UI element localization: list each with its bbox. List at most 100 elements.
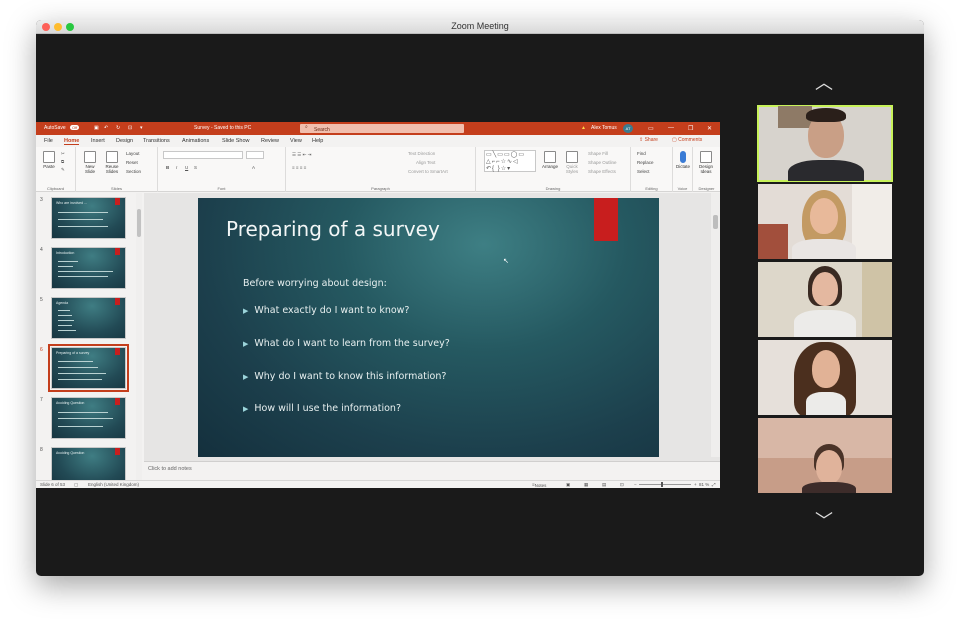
arrange-button[interactable]: Arrange: [540, 151, 560, 169]
current-slide[interactable]: Preparing of a survey Before worrying ab…: [198, 198, 659, 457]
zoom-slider[interactable]: [639, 482, 691, 487]
bullet-item[interactable]: ▶ Why do I want to know this information?: [243, 371, 446, 382]
comments-button[interactable]: ▢ Comments: [672, 137, 702, 143]
participant-video-2[interactable]: [758, 184, 892, 259]
zoom-in-icon[interactable]: +: [694, 482, 697, 487]
restore-icon[interactable]: ❐: [688, 125, 693, 132]
shapes-gallery[interactable]: ▭╲▭▭◯▭ △⌐⌐☆∿◁ ↶{ }☆▾: [484, 150, 536, 172]
undo-icon[interactable]: ↶: [104, 125, 108, 131]
fit-slide-icon[interactable]: ⤢: [712, 482, 716, 487]
slideshow-icon[interactable]: ⊡: [620, 482, 624, 488]
document-status[interactable]: Survey - Saved to this PC: [194, 125, 251, 131]
tab-insert[interactable]: Insert: [91, 138, 105, 144]
slide-thumbnail[interactable]: Avoiding Question: [51, 397, 126, 439]
thumbnail-row[interactable]: 6 Preparing of a survey: [36, 344, 144, 395]
thumbnail-row[interactable]: 5 Agenda: [36, 295, 144, 345]
slide-thumbnail[interactable]: Agenda: [51, 297, 126, 339]
tab-transitions[interactable]: Transitions: [143, 138, 170, 144]
present-icon[interactable]: ⊡: [128, 125, 132, 131]
chevron-up-icon[interactable]: ︿: [812, 74, 836, 92]
copy-icon[interactable]: ⧉: [61, 159, 64, 164]
design-ideas-button[interactable]: Design Ideas: [695, 151, 717, 174]
font-family-select[interactable]: [163, 151, 243, 159]
slide-thumbnail-selected[interactable]: Preparing of a survey: [48, 344, 129, 392]
shape-fill-button[interactable]: Shape Fill: [588, 151, 608, 156]
replace-button[interactable]: Replace: [637, 160, 654, 165]
customize-icon[interactable]: ▾: [140, 125, 143, 131]
align-icons[interactable]: ≡ ≡ ≡ ≡: [292, 165, 306, 170]
strikethrough-icon[interactable]: S: [194, 165, 197, 170]
dictate-button[interactable]: Dictate: [674, 151, 692, 169]
bold-icon[interactable]: B: [166, 165, 169, 170]
bullet-item[interactable]: ▶ How will I use the information?: [243, 403, 401, 414]
tab-view[interactable]: View: [290, 138, 302, 144]
layout-button[interactable]: Layout: [126, 151, 140, 156]
thumbnail-row[interactable]: 4 Introduction: [36, 245, 144, 295]
editor-scrollbar[interactable]: [711, 193, 720, 457]
participant-video-5[interactable]: [758, 418, 892, 493]
slide-thumbnail[interactable]: Who are involved ...: [51, 197, 126, 239]
share-button[interactable]: ⇪ Share: [639, 137, 658, 143]
normal-view-icon[interactable]: ▣: [566, 482, 570, 488]
redo-icon[interactable]: ↻: [116, 125, 120, 131]
select-button[interactable]: Select: [637, 169, 650, 174]
underline-icon[interactable]: U: [185, 165, 188, 170]
bullet-item[interactable]: ▶ What do I want to learn from the survey…: [243, 338, 450, 349]
tab-review[interactable]: Review: [261, 138, 279, 144]
shape-outline-button[interactable]: Shape Outline: [588, 160, 617, 165]
thumbnail-row[interactable]: 7 Avoiding Question: [36, 395, 144, 445]
reset-button[interactable]: Reset: [126, 160, 138, 165]
participant-video-3[interactable]: [758, 262, 892, 337]
format-painter-icon[interactable]: ✎: [61, 167, 65, 173]
slide-thumbnails-pane[interactable]: 3 Who are involved ... 4 Introduction 5 …: [36, 193, 144, 480]
scrollbar-thumb[interactable]: [713, 215, 718, 229]
thumbnail-row[interactable]: 8 Avoiding Question: [36, 445, 144, 480]
user-avatar[interactable]: AT: [623, 124, 633, 133]
slide-thumbnail[interactable]: Introduction: [51, 247, 126, 289]
quick-styles-button[interactable]: Quick Styles: [562, 151, 582, 174]
spellcheck-icon[interactable]: ▢: [74, 482, 78, 488]
reuse-slides-button[interactable]: Reuse Slides: [102, 151, 122, 174]
find-button[interactable]: Find: [637, 151, 646, 156]
participant-video-4[interactable]: [758, 340, 892, 415]
font-size-select[interactable]: [246, 151, 264, 159]
slide-intro-text[interactable]: Before worrying about design:: [243, 278, 387, 289]
participant-video-1[interactable]: [757, 105, 893, 182]
user-name[interactable]: Alex Tomus: [591, 125, 617, 131]
tab-animations[interactable]: Animations: [182, 138, 209, 144]
shared-screen-powerpoint[interactable]: AutoSave Off ▣ ↶ ↻ ⊡ ▾ Survey - Saved to…: [36, 122, 720, 488]
new-slide-button[interactable]: New Slide: [80, 151, 100, 174]
bullet-item[interactable]: ▶ What exactly do I want to know?: [243, 305, 409, 316]
language-indicator[interactable]: English (United Kingdom): [88, 482, 139, 487]
zoom-out-icon[interactable]: −: [634, 482, 637, 487]
align-text-button[interactable]: Align Text: [416, 160, 435, 165]
slide-editor[interactable]: Preparing of a survey Before worrying ab…: [144, 193, 720, 480]
reading-view-icon[interactable]: ▤: [602, 482, 606, 488]
thumbnails-scrollbar[interactable]: [136, 193, 142, 480]
slide-thumbnail[interactable]: Avoiding Question: [51, 447, 126, 480]
cut-icon[interactable]: ✂: [61, 151, 65, 157]
paste-button[interactable]: Paste: [40, 151, 58, 169]
autosave-toggle[interactable]: Off: [70, 125, 80, 130]
slide-sorter-icon[interactable]: ▦: [584, 482, 588, 488]
tab-design[interactable]: Design: [116, 138, 133, 144]
tab-home[interactable]: Home: [64, 138, 80, 145]
notes-pane[interactable]: Click to add notes: [144, 461, 720, 480]
section-button[interactable]: Section: [126, 169, 141, 174]
tab-help[interactable]: Help: [312, 138, 323, 144]
shape-effects-button[interactable]: Shape Effects: [588, 169, 616, 174]
bullets-icon[interactable]: ☰ ☰ ⇤ ⇥: [292, 152, 311, 158]
chevron-down-icon[interactable]: ﹀: [812, 512, 836, 530]
scrollbar-thumb[interactable]: [137, 209, 141, 237]
save-icon[interactable]: ▣: [94, 125, 99, 131]
tab-file[interactable]: File: [44, 138, 53, 144]
zoom-level[interactable]: 81 %: [699, 482, 709, 487]
text-direction-button[interactable]: Text Direction: [408, 151, 435, 156]
ribbon-display-icon[interactable]: ▭: [648, 125, 654, 132]
close-icon[interactable]: ✕: [707, 125, 712, 132]
slide-title[interactable]: Preparing of a survey: [226, 217, 440, 241]
italic-icon[interactable]: I: [176, 165, 177, 170]
notes-toggle[interactable]: ≡ Notes: [532, 482, 546, 488]
convert-smartart-button[interactable]: Convert to SmartArt: [408, 169, 448, 174]
thumbnail-row[interactable]: 3 Who are involved ...: [36, 195, 144, 245]
